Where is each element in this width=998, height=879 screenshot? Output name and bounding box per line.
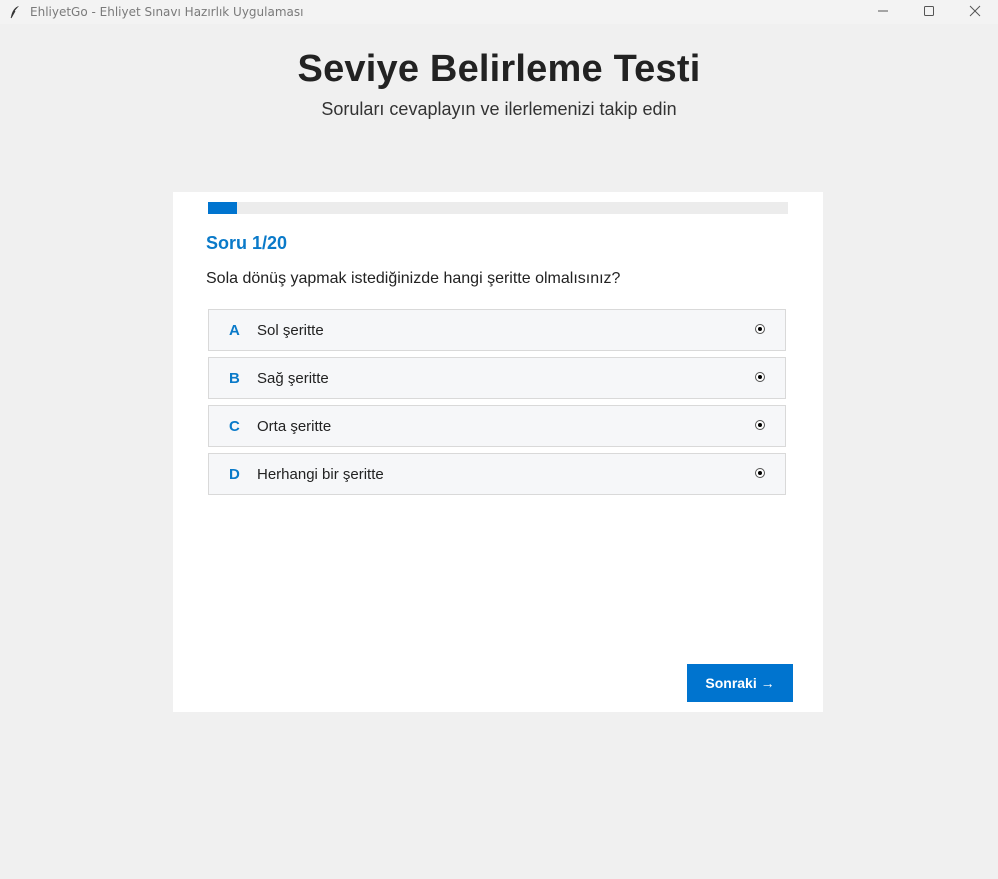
question-card: Soru 1/20 Sola dönüş yapmak istediğinizd… — [173, 192, 823, 712]
close-button[interactable] — [952, 0, 998, 22]
option-a[interactable]: A Sol şeritte — [208, 309, 786, 351]
radio-button[interactable] — [755, 372, 765, 382]
progress-fill — [208, 202, 237, 214]
maximize-icon — [924, 6, 934, 16]
option-c[interactable]: C Orta şeritte — [208, 405, 786, 447]
page-title: Seviye Belirleme Testi — [297, 48, 701, 90]
option-text: Sol şeritte — [257, 322, 324, 339]
question-number: Soru 1/20 — [206, 233, 288, 253]
option-letter: C — [229, 418, 240, 435]
window-controls — [860, 0, 998, 24]
next-button[interactable]: Sonraki → — [687, 664, 793, 702]
option-d[interactable]: D Herhangi bir şeritte — [208, 453, 786, 495]
option-text: Sağ şeritte — [257, 370, 329, 387]
option-text: Herhangi bir şeritte — [257, 466, 384, 483]
close-icon — [969, 5, 981, 17]
radio-button[interactable] — [755, 420, 765, 430]
option-b[interactable]: B Sağ şeritte — [208, 357, 786, 399]
minimize-button[interactable] — [860, 0, 906, 22]
progress-bar — [208, 202, 788, 214]
question-text: Sola dönüş yapmak istediğinizde hangi şe… — [206, 270, 621, 287]
radio-button[interactable] — [755, 468, 765, 478]
feather-icon — [7, 4, 23, 20]
option-letter: A — [229, 322, 240, 339]
maximize-button[interactable] — [906, 0, 952, 22]
page-subtitle: Soruları cevaplayın ve ilerlemenizi taki… — [321, 99, 677, 119]
minimize-icon — [878, 10, 888, 12]
title-bar: EhliyetGo - Ehliyet Sınavı Hazırlık Uygu… — [0, 0, 998, 24]
option-letter: B — [229, 370, 240, 387]
window-title: EhliyetGo - Ehliyet Sınavı Hazırlık Uygu… — [30, 5, 304, 19]
option-text: Orta şeritte — [257, 418, 332, 435]
radio-button[interactable] — [755, 324, 765, 334]
option-letter: D — [229, 466, 240, 483]
